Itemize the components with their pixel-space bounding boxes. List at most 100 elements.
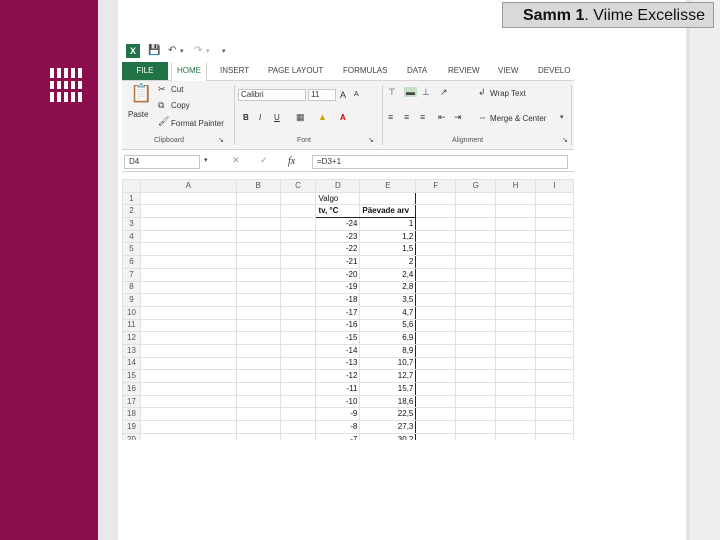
cell-f[interactable] — [415, 343, 457, 358]
cell-g[interactable] — [455, 242, 497, 257]
cell-i[interactable] — [535, 382, 574, 396]
cell-b[interactable] — [235, 394, 281, 409]
cell-e[interactable]: 5,6 — [359, 318, 417, 333]
cell-g[interactable] — [455, 343, 497, 358]
cell-h[interactable] — [495, 394, 537, 409]
cell-a[interactable] — [139, 229, 237, 244]
copy-icon[interactable]: ⧉ — [158, 100, 164, 111]
cell-i[interactable] — [535, 204, 574, 219]
cell-b[interactable] — [235, 305, 281, 320]
row-header[interactable]: 2 — [122, 204, 141, 219]
cell-h[interactable] — [495, 343, 537, 358]
cell-d[interactable]: -23 — [315, 229, 361, 244]
enter-formula-icon[interactable]: ✓ — [260, 155, 268, 166]
formula-input[interactable]: =D3+1 — [312, 155, 568, 169]
cell-a[interactable] — [139, 407, 237, 422]
row-header[interactable]: 11 — [122, 318, 141, 333]
cell-d[interactable]: -14 — [315, 343, 361, 358]
italic-button[interactable]: I — [259, 113, 261, 122]
cell-g[interactable] — [455, 305, 497, 320]
merge-dropdown-icon[interactable]: ▾ — [560, 113, 564, 121]
cell-d[interactable]: -18 — [315, 293, 361, 307]
cell-e[interactable]: 1,2 — [359, 229, 417, 244]
column-header[interactable]: E — [359, 179, 417, 193]
cell-c[interactable] — [279, 255, 317, 269]
cell-e[interactable]: 18,6 — [359, 394, 417, 409]
row-header[interactable]: 5 — [122, 242, 141, 257]
name-box-dropdown-icon[interactable]: ▾ — [204, 156, 208, 164]
cell-a[interactable] — [139, 242, 237, 257]
cell-c[interactable] — [279, 432, 317, 440]
cell-a[interactable] — [139, 369, 237, 383]
cell-i[interactable] — [535, 217, 574, 231]
format-painter-icon[interactable]: 🖌 — [158, 116, 169, 127]
cell-a[interactable] — [139, 318, 237, 333]
cell-c[interactable] — [279, 382, 317, 396]
column-header[interactable]: C — [279, 179, 317, 193]
cell-f[interactable] — [415, 293, 457, 307]
cell-e[interactable]: 22,5 — [359, 407, 417, 422]
cell-d[interactable]: -17 — [315, 305, 361, 320]
cell-f[interactable] — [415, 255, 457, 269]
cell-b[interactable] — [235, 242, 281, 257]
cell-f[interactable] — [415, 432, 457, 440]
cell-i[interactable] — [535, 280, 574, 295]
tab-file[interactable]: FILE — [122, 62, 168, 80]
cell-a[interactable] — [139, 255, 237, 269]
cut-button[interactable]: Cut — [171, 85, 183, 94]
cell-f[interactable] — [415, 369, 457, 383]
grow-font-button[interactable]: A — [340, 90, 346, 100]
cell-i[interactable] — [535, 242, 574, 257]
cell-b[interactable] — [235, 420, 281, 434]
cell-e[interactable]: 10,7 — [359, 356, 417, 371]
cell-c[interactable] — [279, 343, 317, 358]
cell-b[interactable] — [235, 356, 281, 371]
cell-b[interactable] — [235, 280, 281, 295]
cell-f[interactable] — [415, 242, 457, 257]
cell-b[interactable] — [235, 217, 281, 231]
cell-f[interactable] — [415, 407, 457, 422]
cell-f[interactable] — [415, 420, 457, 434]
cell-b[interactable] — [235, 331, 281, 345]
cell-b[interactable] — [235, 255, 281, 269]
cell-h[interactable] — [495, 191, 537, 206]
cell-a[interactable] — [139, 267, 237, 282]
column-header[interactable]: D — [315, 179, 361, 193]
underline-button[interactable]: U — [274, 113, 280, 122]
align-center-icon[interactable]: ≡ — [404, 112, 409, 122]
cell-b[interactable] — [235, 204, 281, 219]
undo-dropdown-icon[interactable]: ▾ — [180, 47, 184, 55]
cell-c[interactable] — [279, 204, 317, 219]
row-header[interactable]: 15 — [122, 369, 141, 383]
cell-i[interactable] — [535, 229, 574, 244]
cell-i[interactable] — [535, 255, 574, 269]
cell-e[interactable]: 2,8 — [359, 280, 417, 295]
undo-icon[interactable]: ↶ — [168, 45, 176, 56]
cell-f[interactable] — [415, 356, 457, 371]
cell-c[interactable] — [279, 267, 317, 282]
row-header[interactable]: 4 — [122, 229, 141, 244]
cell-c[interactable] — [279, 280, 317, 295]
tab-insert[interactable]: INSERT — [220, 62, 249, 80]
row-header[interactable]: 10 — [122, 305, 141, 320]
cell-d[interactable]: -21 — [315, 255, 361, 269]
cell-c[interactable] — [279, 331, 317, 345]
cell-h[interactable] — [495, 420, 537, 434]
cell-i[interactable] — [535, 331, 574, 345]
align-right-icon[interactable]: ≡ — [420, 112, 425, 122]
cell-b[interactable] — [235, 318, 281, 333]
cell-g[interactable] — [455, 293, 497, 307]
cell-f[interactable] — [415, 331, 457, 345]
cell-h[interactable] — [495, 229, 537, 244]
column-header[interactable]: H — [495, 179, 537, 193]
row-header[interactable]: 12 — [122, 331, 141, 345]
cell-b[interactable] — [235, 191, 281, 206]
cell-c[interactable] — [279, 420, 317, 434]
column-header[interactable]: G — [455, 179, 497, 193]
cell-b[interactable] — [235, 267, 281, 282]
cell-d[interactable]: -8 — [315, 420, 361, 434]
cell-a[interactable] — [139, 191, 237, 206]
cell-e[interactable]: 4,7 — [359, 305, 417, 320]
cell-h[interactable] — [495, 280, 537, 295]
cell-f[interactable] — [415, 280, 457, 295]
